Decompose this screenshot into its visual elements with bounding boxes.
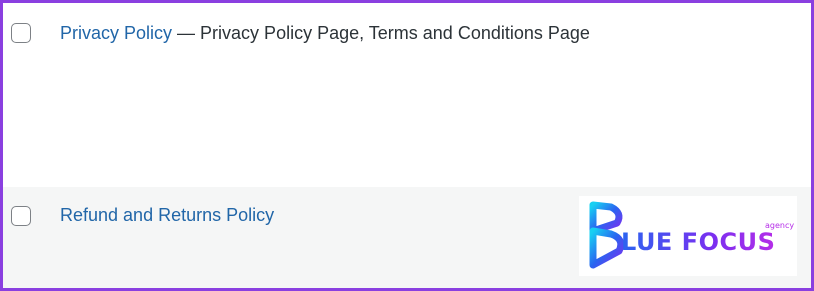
logo-text: LUE FOCUS (621, 228, 776, 256)
blue-focus-logo: LUE FOCUS agency (579, 196, 797, 276)
page-title-link[interactable]: Refund and Returns Policy (60, 205, 274, 225)
row-select-checkbox[interactable] (11, 23, 31, 43)
row-select-checkbox[interactable] (11, 206, 31, 226)
row-title-line: Privacy Policy — Privacy Policy Page, Te… (60, 22, 590, 44)
page-title-link[interactable]: Privacy Policy (60, 23, 172, 43)
logo-subtext: agency (765, 221, 795, 230)
pages-list-frame: Privacy Policy — Privacy Policy Page, Te… (0, 0, 814, 291)
post-states: Privacy Policy Page, Terms and Condition… (200, 23, 590, 43)
table-row: Privacy Policy — Privacy Policy Page, Te… (3, 3, 811, 187)
row-title-line: Refund and Returns Policy (60, 204, 274, 226)
table-row: Refund and Returns Policy LUE FOCUS agen… (3, 187, 811, 288)
title-separator: — (172, 23, 201, 43)
